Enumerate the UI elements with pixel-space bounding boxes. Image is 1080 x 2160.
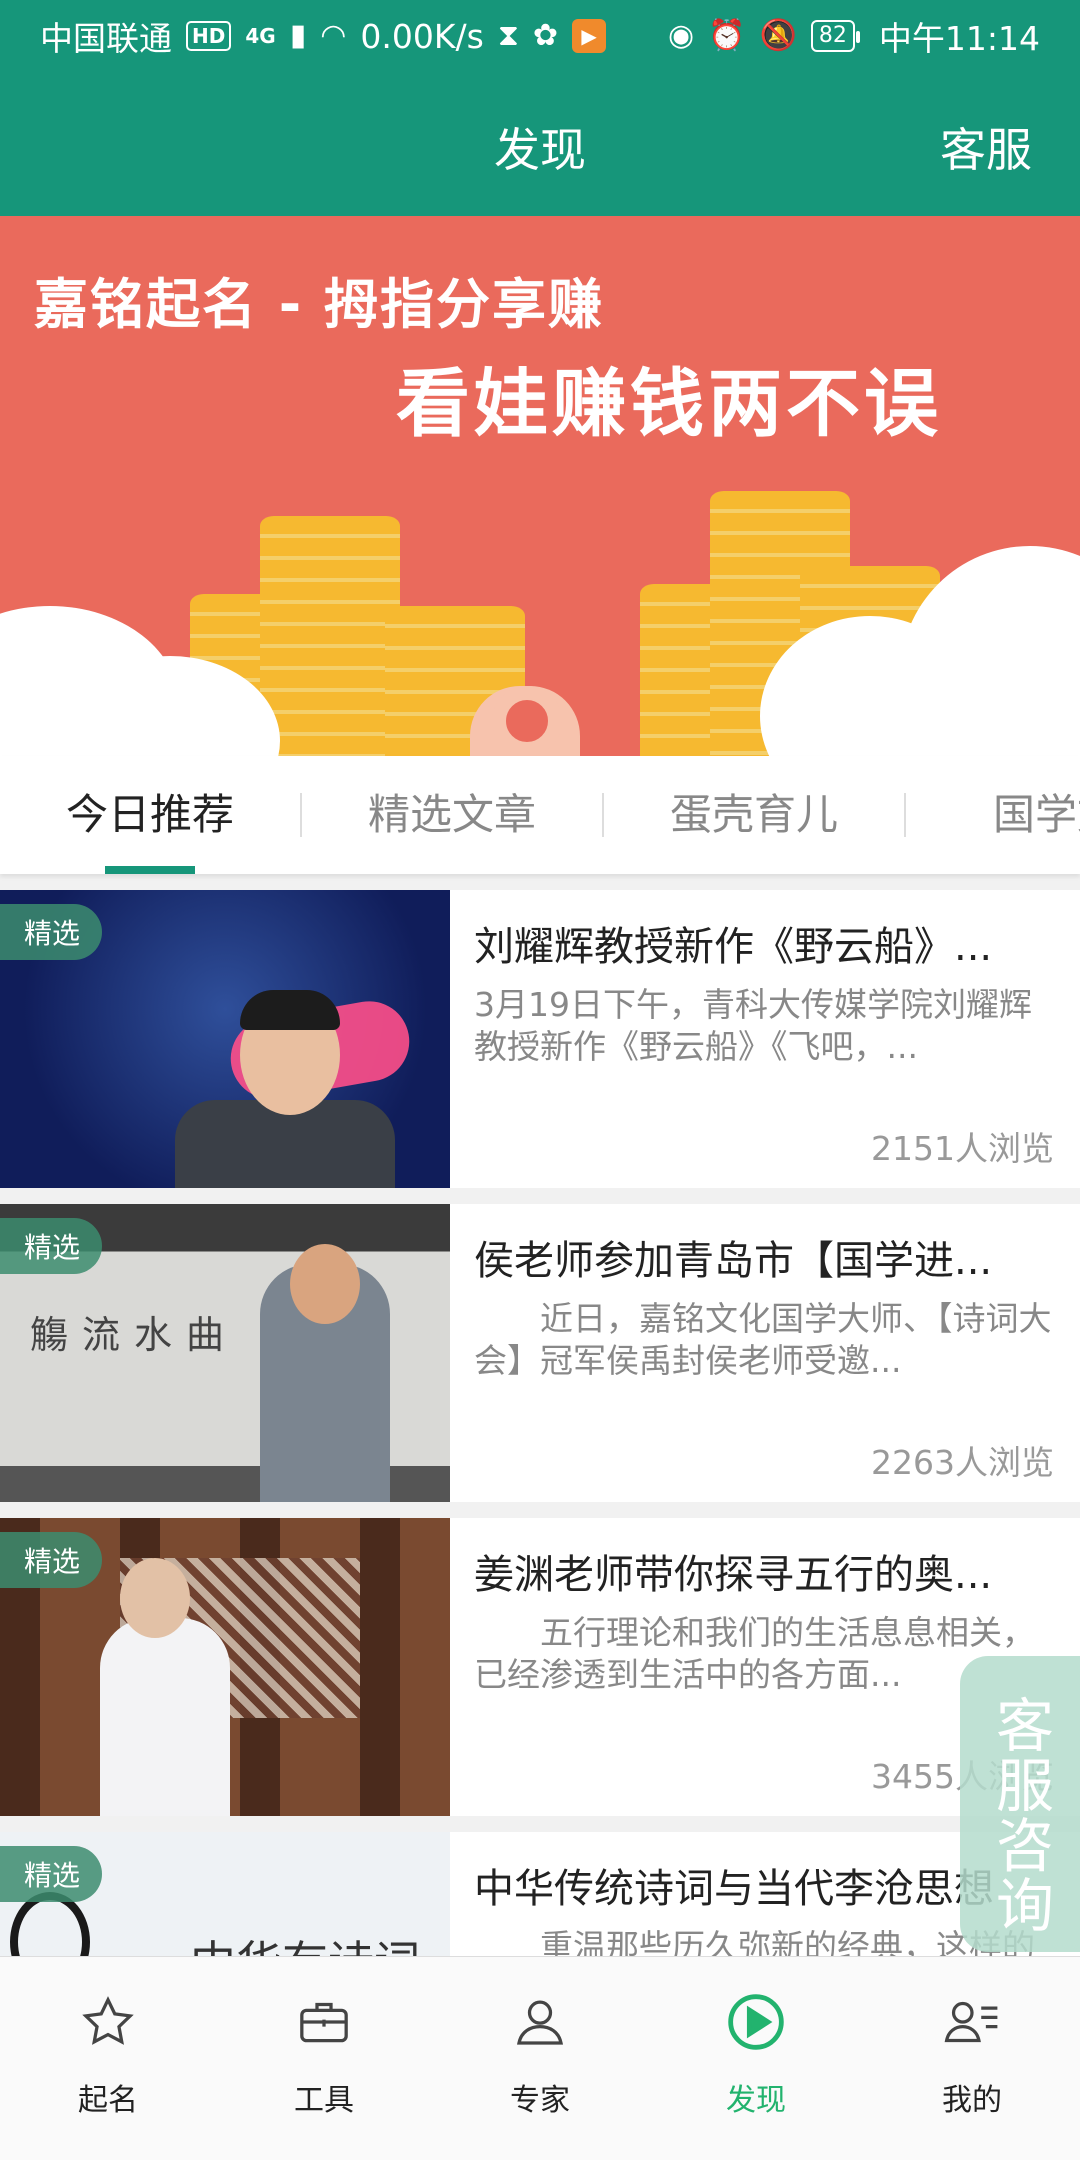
tab-today-recommend[interactable]: 今日推荐	[0, 756, 300, 874]
featured-badge: 精选	[0, 1846, 103, 1902]
featured-badge: 精选	[0, 904, 103, 960]
play-circle-icon	[648, 1987, 864, 2057]
nav-item-discover[interactable]: 发现	[648, 1957, 864, 2160]
coin-stack	[260, 516, 400, 756]
thumbnail-text: 中华有诗词	[190, 1927, 420, 1956]
network-indicator: 4G	[245, 24, 276, 48]
signal-icon: ▮	[289, 18, 307, 53]
person-icon	[432, 1987, 648, 2057]
banner-line1: 嘉铭起名 - 拇指分享赚	[34, 273, 605, 336]
tab-parenting[interactable]: 蛋壳育儿	[604, 756, 904, 874]
hd-badge: HD	[186, 21, 232, 51]
category-tabs: 今日推荐 精选文章 蛋壳育儿 国学文	[0, 756, 1080, 874]
article-description: 近日，嘉铭文化国学大师、【诗词大会】冠军侯禹封侯老师受邀...	[474, 1299, 1052, 1380]
nav-item-mine[interactable]: 我的	[864, 1957, 1080, 2160]
article-item[interactable]: 精选 姜渊老师带你探寻五行的奥... 五行理论和我们的生活息息相关，已经渗透到生…	[0, 1518, 1080, 1816]
hourglass-icon: ⧗	[497, 18, 519, 53]
customer-service-button[interactable]: 客服	[940, 114, 1032, 180]
view-count: 2263人浏览	[871, 1443, 1054, 1482]
app-header: 发现 客服	[0, 72, 1080, 216]
profile-list-icon	[864, 1987, 1080, 2057]
nav-item-naming[interactable]: 起名	[0, 1957, 216, 2160]
nav-item-experts[interactable]: 专家	[432, 1957, 648, 2160]
bottom-navigation: 起名 工具 专家 发现 我的	[0, 1956, 1080, 2160]
article-description: 3月19日下午，青科大传媒学院刘耀辉教授新作《野云船》《飞吧，...	[474, 985, 1032, 1066]
nav-label: 起名	[78, 2083, 138, 2118]
article-title: 侯老师参加青岛市【国学进...	[474, 1238, 993, 1284]
alarm-icon: ⏰	[708, 18, 746, 53]
briefcase-icon	[216, 1987, 432, 2057]
app-notification-icon: ▶	[572, 19, 607, 53]
nav-label: 工具	[294, 2083, 354, 2118]
nav-item-tools[interactable]: 工具	[216, 1957, 432, 2160]
carrier-text: 中国联通	[40, 19, 172, 58]
battery-indicator: 82	[810, 20, 860, 52]
notification-icon: ✿	[532, 18, 559, 53]
featured-badge: 精选	[0, 1532, 103, 1588]
nav-label: 发现	[726, 2083, 786, 2118]
mute-icon: 🔕	[759, 18, 797, 53]
article-title: 姜渊老师带你探寻五行的奥...	[474, 1552, 993, 1598]
article-list: 精选 刘耀辉教授新作《野云船》... 3月19日下午，青科大传媒学院刘耀辉教授新…	[0, 890, 1080, 1956]
view-count: 2151人浏览	[871, 1129, 1054, 1168]
hand-illustration	[492, 686, 562, 756]
article-item[interactable]: 中华有诗词 精选 中华传统诗词与当代李沧思想 重温那些历久弥新的经典，这样的温故…	[0, 1832, 1080, 1956]
nav-label: 专家	[510, 2083, 570, 2118]
tab-sinology[interactable]: 国学文	[906, 756, 1080, 874]
clock-text: 中午11:14	[878, 19, 1040, 58]
floating-service-button[interactable]: 客服咨询	[960, 1656, 1080, 1952]
banner-line2: 看娃赚钱两不误	[396, 361, 942, 447]
article-item[interactable]: 精选 刘耀辉教授新作《野云船》... 3月19日下午，青科大传媒学院刘耀辉教授新…	[0, 890, 1080, 1188]
speed-text: 0.00K/s	[360, 16, 484, 56]
featured-badge: 精选	[0, 1218, 103, 1274]
eye-icon: ◉	[667, 18, 695, 53]
star-icon	[0, 1987, 216, 2057]
nav-label: 我的	[942, 2083, 1002, 2118]
article-title: 刘耀辉教授新作《野云船》...	[474, 924, 993, 970]
page-title: 发现	[494, 123, 586, 177]
promo-banner[interactable]: 嘉铭起名 - 拇指分享赚 看娃赚钱两不误	[0, 216, 1080, 756]
article-item[interactable]: 觴流水曲 精选 侯老师参加青岛市【国学进... 近日，嘉铭文化国学大师、【诗词大…	[0, 1204, 1080, 1502]
tab-featured-articles[interactable]: 精选文章	[302, 756, 602, 874]
wifi-icon: ◠	[320, 18, 347, 53]
status-bar: 中国联通 HD 4G ▮ ◠ 0.00K/s ⧗ ✿ ▶ ◉ ⏰ 🔕 82 中午…	[0, 0, 1080, 72]
